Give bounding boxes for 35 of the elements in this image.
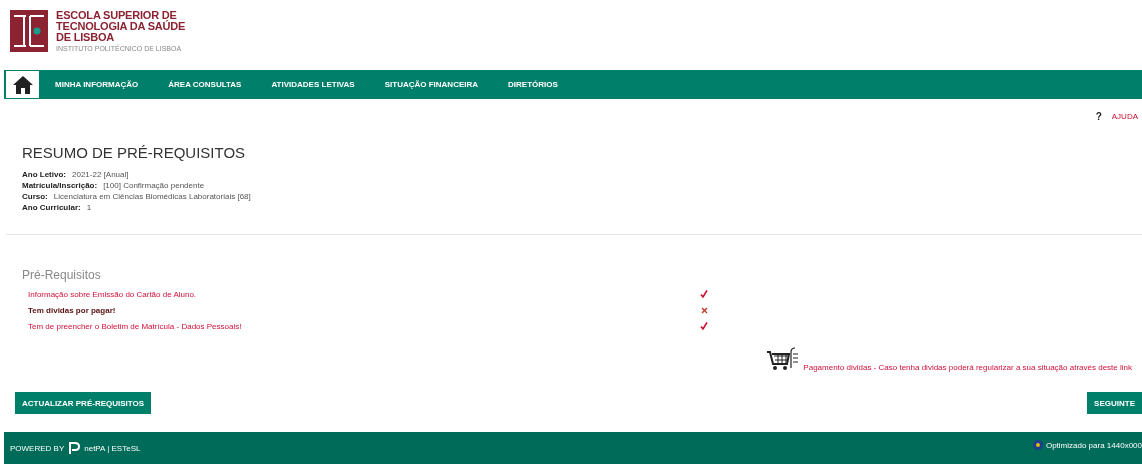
page-title: RESUMO DE PRÉ-REQUISITOS [22, 144, 247, 161]
prerequisites-heading: Pré-Requisitos [22, 268, 102, 282]
product-logo-icon [68, 442, 81, 454]
prerequisite-link[interactable]: Tem dividas por pagar! [28, 305, 116, 315]
school-name: ESCOLA SUPERIOR DE [56, 10, 177, 21]
nav-item[interactable]: SITUAÇÃO FINANCEIRA [384, 80, 479, 89]
prerequisite-link[interactable]: Tem de preencher o Boletim de Matrícula - Dados Pessoais! [28, 321, 242, 331]
school-logo-icon [10, 10, 48, 52]
home-icon [11, 74, 34, 95]
prerequisite-link[interactable]: Informação sobre Emissão do Cartão de Aluno. [28, 289, 197, 299]
help-link[interactable]: AJUDA [1111, 112, 1138, 121]
info-label: Matrícula/Inscrição: [22, 180, 98, 191]
optimized-note: Optimizado para 1440x000 [1045, 440, 1142, 450]
school-name: DE LISBOA [56, 32, 116, 43]
info-label: Ano Letivo: [22, 169, 66, 180]
nav-item[interactable]: DIRETÓRIOS [508, 80, 558, 89]
nav-item[interactable]: ATIVIDADES LETIVAS [271, 80, 355, 89]
info-value: 1 [86, 202, 92, 213]
payment-link[interactable]: Pagamento dividas - Caso tenha dividas poderá regularizar a sua situação através deste link [803, 363, 1132, 372]
shopping-cart-icon [765, 346, 800, 372]
powered-by-text: POWERED BY [10, 443, 65, 453]
nav-item[interactable]: MINHA INFORMAÇÃO [55, 80, 139, 89]
nav-item[interactable]: ÁREA CONSULTAS [168, 80, 242, 89]
info-value: 2021-22 [Anual] [72, 169, 129, 180]
school-name: TECNOLOGIA DA SAÚDE [56, 21, 186, 32]
info-value: [100] Confirmação pendente [103, 180, 205, 191]
help-mark: ? [1095, 111, 1102, 122]
home-button[interactable] [6, 71, 39, 98]
info-value: Licenciatura em Ciências Biomédicas Laboratoriais [68] [53, 191, 251, 202]
refresh-prerequisites-button[interactable]: ACTUALIZAR PRÉ-REQUISITOS [15, 392, 152, 414]
info-label: Ano Curricular: [22, 202, 81, 213]
info-label: Curso: [22, 191, 48, 202]
next-button[interactable]: SEGUINTE [1087, 392, 1142, 414]
product-name: netPA | ESTeSL [84, 443, 141, 453]
globe-icon [1032, 440, 1043, 450]
